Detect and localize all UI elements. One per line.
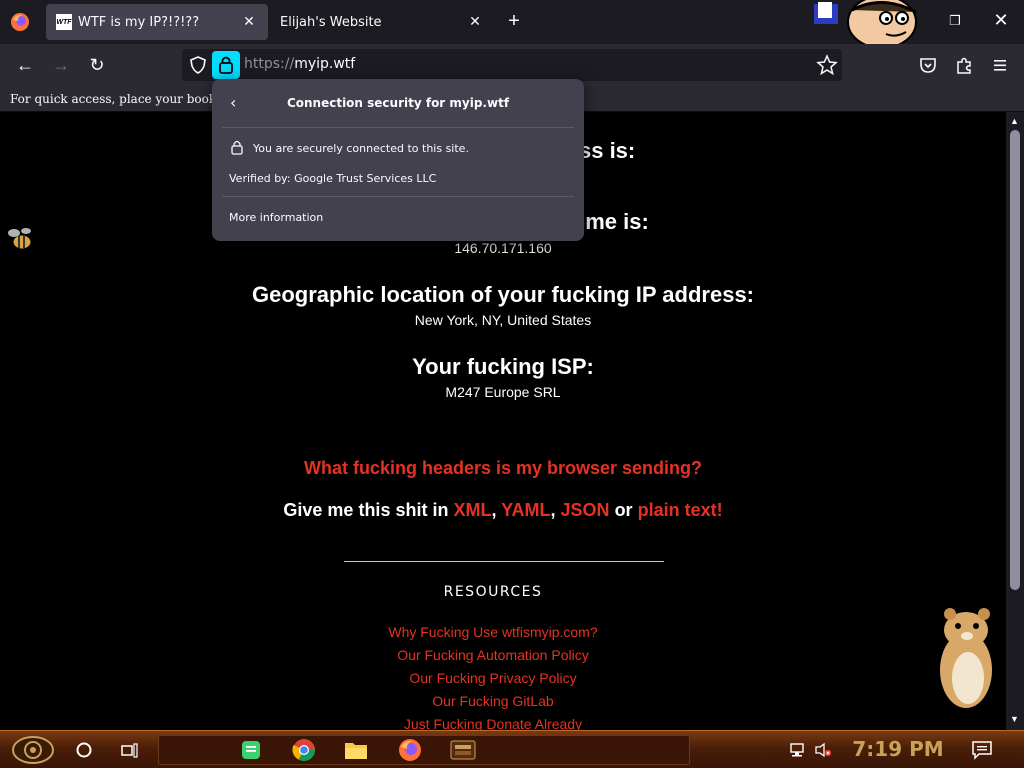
scroll-up-arrow-icon[interactable]: ▲	[1010, 116, 1019, 126]
page-scrollbar[interactable]: ▲ ▼	[1006, 112, 1024, 730]
volume-muted-icon[interactable]	[812, 735, 834, 765]
file-explorer-icon[interactable]	[340, 735, 372, 765]
or-word: or	[614, 500, 633, 520]
new-tab-button[interactable]: +	[502, 10, 526, 34]
resource-link-why[interactable]: Why Fucking Use wtfismyip.com?	[0, 624, 986, 640]
firefox-icon[interactable]	[394, 735, 426, 765]
restore-window-icon[interactable]: ❐	[946, 13, 964, 31]
close-window-icon[interactable]: ✕	[990, 10, 1012, 32]
pocket-icon[interactable]	[918, 55, 938, 75]
tab-elijahs-website[interactable]: Elijah's Website ✕	[270, 4, 494, 40]
hamster-sticker-image	[922, 604, 1006, 714]
hostname-value: 146.70.171.160	[454, 240, 552, 256]
geo-location-value: New York, NY, United States	[414, 312, 592, 328]
start-button-icon[interactable]	[8, 735, 58, 765]
geo-location-heading: Geographic location of your fucking IP a…	[251, 282, 754, 307]
resource-link-donate[interactable]: Just Fucking Donate Already	[0, 716, 986, 730]
scroll-down-arrow-icon[interactable]: ▼	[1010, 714, 1019, 724]
bee-sticker-image	[4, 224, 38, 254]
address-bar[interactable]: https://myip.wtf	[182, 49, 842, 81]
hamburger-menu-icon[interactable]	[990, 55, 1010, 75]
tracking-protection-shield-icon[interactable]	[188, 55, 208, 75]
forward-arrow-icon[interactable]: →	[46, 50, 76, 80]
url-host: myip.wtf	[294, 56, 356, 72]
headers-link[interactable]: What fucking headers is my browser sendi…	[0, 458, 1006, 479]
resource-link-automation[interactable]: Our Fucking Automation Policy	[0, 647, 986, 663]
media-player-icon[interactable]	[448, 735, 478, 765]
bookmarks-hint: For quick access, place your bookmar	[10, 92, 241, 106]
verified-by-text: Verified by: Google Trust Services LLC	[229, 172, 437, 185]
tab-wtf-is-my-ip[interactable]: WTF WTF is my IP?!?!?? ✕	[46, 4, 268, 40]
resource-link-privacy[interactable]: Our Fucking Privacy Policy	[0, 670, 986, 686]
panel-title: Connection security for myip.wtf	[286, 96, 510, 110]
task-view-icon[interactable]	[116, 735, 144, 765]
divider	[344, 561, 664, 562]
notes-app-icon[interactable]	[236, 735, 266, 765]
more-information-button[interactable]: More information	[229, 211, 323, 224]
scrollbar-thumb[interactable]	[1010, 130, 1020, 590]
format-yaml-link[interactable]: YAML	[501, 500, 550, 520]
resource-link-gitlab[interactable]: Our Fucking GitLab	[0, 693, 986, 709]
chrome-icon[interactable]	[288, 735, 320, 765]
formats-line: Give me this shit in XML, YAML, JSON or …	[283, 500, 723, 520]
reload-icon[interactable]: ↻	[82, 50, 112, 80]
isp-heading: Your fucking ISP:	[412, 354, 594, 379]
firefox-menu-icon[interactable]	[10, 12, 30, 32]
tab-title: WTF is my IP?!?!??	[78, 14, 200, 30]
divider	[222, 127, 574, 128]
lock-icon	[230, 139, 244, 155]
secure-connection-text: You are securely connected to this site.	[253, 142, 469, 155]
wtf-favicon-icon: WTF	[56, 14, 72, 30]
cartoon-character-image	[812, 0, 924, 44]
back-arrow-icon[interactable]: ←	[10, 50, 40, 80]
notifications-icon[interactable]	[970, 735, 994, 765]
close-tab-icon[interactable]: ✕	[240, 13, 258, 31]
connection-security-panel: ‹ Connection security for myip.wtf You a…	[212, 79, 584, 241]
resources-title: RESOURCES	[443, 584, 543, 600]
url-protocol: https://	[244, 56, 295, 72]
format-xml-link[interactable]: XML	[453, 500, 491, 520]
search-circle-icon[interactable]	[70, 735, 98, 765]
network-icon[interactable]	[786, 735, 808, 765]
taskbar-clock[interactable]: 7:19 PM	[846, 737, 950, 761]
divider	[222, 196, 574, 197]
tab-bar: WTF WTF is my IP?!?!?? ✕ Elijah's Websit…	[0, 0, 1024, 44]
taskbar: 7:19 PM	[0, 730, 1024, 768]
bookmark-star-icon[interactable]	[816, 54, 838, 76]
formats-prefix: Give me this shit in	[283, 500, 449, 520]
site-security-lock-icon[interactable]	[212, 51, 240, 79]
isp-value: M247 Europe SRL	[445, 384, 561, 400]
url-text[interactable]: https://myip.wtf	[244, 56, 355, 72]
extensions-puzzle-icon[interactable]	[954, 55, 974, 75]
format-json-link[interactable]: JSON	[561, 500, 610, 520]
format-plain-text-link[interactable]: plain text!	[638, 500, 723, 520]
tab-title: Elijah's Website	[280, 14, 382, 30]
close-tab-icon[interactable]: ✕	[466, 13, 484, 31]
